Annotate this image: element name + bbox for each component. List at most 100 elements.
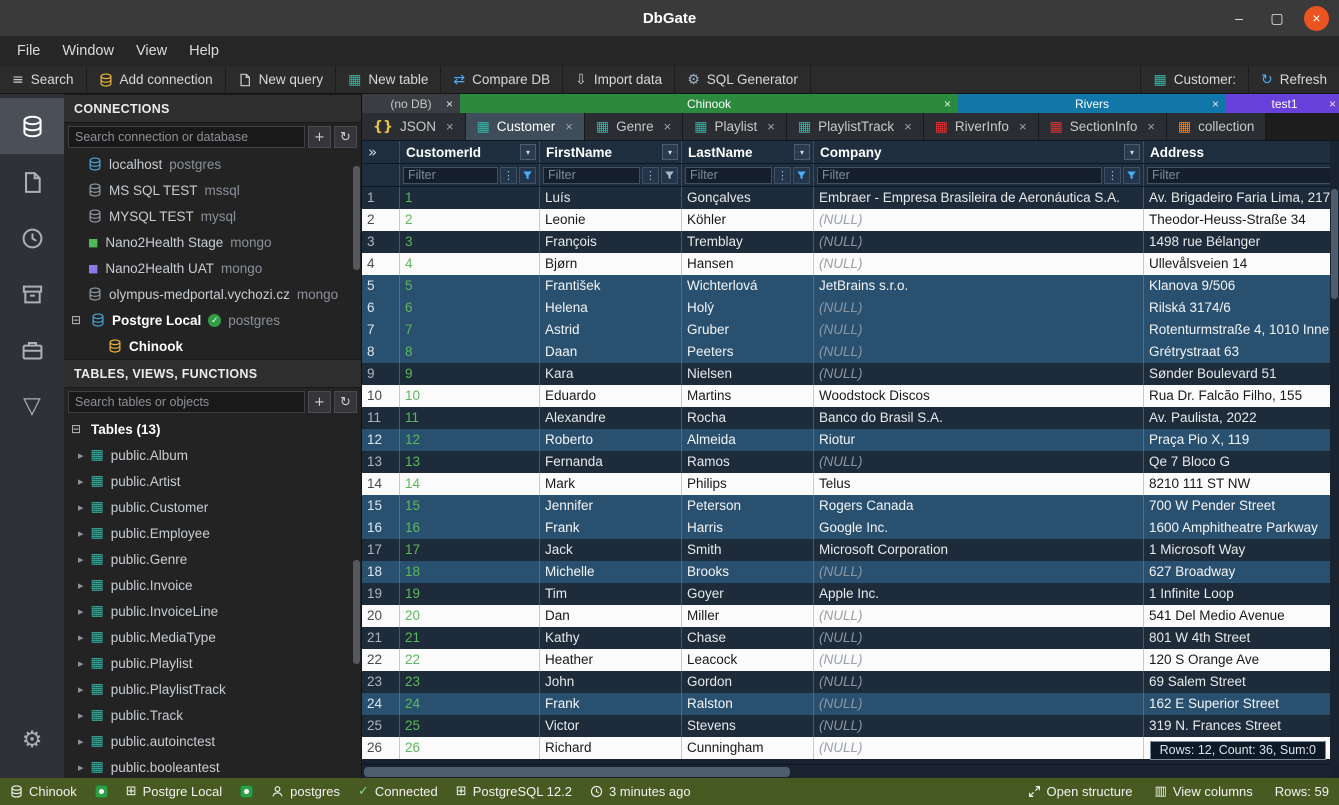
funnel-icon[interactable] [661,167,678,184]
close-icon[interactable]: × [1329,97,1336,111]
table-row[interactable]: 11LuísGonçalvesEmbraer - Empresa Brasile… [362,187,1330,209]
table-row[interactable]: 1818MichelleBrooks(NULL)627 Broadway [362,561,1330,583]
tables-plus-icon[interactable]: + [308,391,331,413]
toolbar-button-new-query[interactable]: New query [226,66,337,93]
table-row[interactable]: 2424FrankRalston(NULL)162 E Superior Str… [362,693,1330,715]
connection-item-nano2health-stage[interactable]: ■Nano2Health Stagemongo [64,229,361,255]
filter-input-company[interactable] [817,167,1102,184]
vertical-scrollbar[interactable] [1330,141,1339,764]
activity-item-settings[interactable]: ⚙ [0,712,64,768]
tab-sectioninfo[interactable]: ▦SectionInfo× [1039,113,1167,140]
toolbar-button-search[interactable]: ≡Search [0,66,87,93]
tab-group-rivers[interactable]: Rivers× [958,94,1226,113]
funnel-icon[interactable] [1123,167,1140,184]
funnel-icon[interactable] [519,167,536,184]
table-row[interactable]: 1414MarkPhilipsTelus8210 111 ST NW [362,473,1330,495]
table-row[interactable]: 88DaanPeeters(NULL)Grétrystraat 63 [362,341,1330,363]
tab-playlisttrack[interactable]: ▦PlaylistTrack× [787,113,924,140]
chevron-right-icon[interactable]: ▸ [78,476,84,487]
tables-search-input[interactable] [68,391,305,413]
activity-item-plugins[interactable] [0,322,64,378]
menu-item-window[interactable]: Window [51,39,125,63]
chevron-down-icon[interactable]: ▾ [1124,144,1140,160]
tab-json[interactable]: {}JSON× [362,113,466,140]
filter-input-customerid[interactable] [403,167,498,184]
tab-group-test1[interactable]: test1× [1226,94,1339,113]
chevron-right-icon[interactable]: ▸ [78,554,84,565]
chevron-down-icon[interactable]: ▾ [662,144,678,160]
close-icon[interactable]: × [944,97,951,111]
table-item-public-invoice[interactable]: ▸▦public.Invoice [64,572,361,598]
table-item-public-mediatype[interactable]: ▸▦public.MediaType [64,624,361,650]
toolbar-button-refresh[interactable]: ↻Refresh [1248,66,1339,93]
status-open-structure[interactable]: Open structure [1028,784,1133,799]
close-icon[interactable]: × [904,119,912,134]
table-row[interactable]: 1313FernandaRamos(NULL)Qe 7 Bloco G [362,451,1330,473]
column-header-customerid[interactable]: CustomerId▾ [400,141,540,163]
connections-refresh-icon[interactable]: ↻ [334,126,357,148]
tab-collection[interactable]: ▦collection [1167,113,1267,140]
chevron-right-icon[interactable]: ▸ [78,684,84,695]
activity-item-connections[interactable] [0,98,64,154]
connection-item-mysql-test[interactable]: MYSQL TESTmysql [64,203,361,229]
table-row[interactable]: 2525VictorStevens(NULL)319 N. Frances St… [362,715,1330,737]
table-row[interactable]: 55FrantišekWichterlováJetBrains s.r.o.Kl… [362,275,1330,297]
table-row[interactable]: 44BjørnHansen(NULL)Ullevålsveien 14 [362,253,1330,275]
column-header-company[interactable]: Company▾ [814,141,1144,163]
filter-menu-icon[interactable]: ⋮ [774,167,791,184]
activity-item-queries[interactable] [0,154,64,210]
table-item-public-track[interactable]: ▸▦public.Track [64,702,361,728]
connection-item-chinook[interactable]: Chinook [64,333,361,359]
filter-menu-icon[interactable]: ⋮ [1104,167,1121,184]
tab-customer[interactable]: ▦Customer× [466,113,585,140]
close-icon[interactable]: × [1147,119,1155,134]
sidebar-scrollbar-thumb[interactable] [353,166,360,270]
table-item-public-autoinctest[interactable]: ▸▦public.autoinctest [64,728,361,754]
connection-item-nano2health-uat[interactable]: ■Nano2Health UATmongo [64,255,361,281]
close-button[interactable]: × [1304,6,1329,31]
close-icon[interactable]: × [446,119,454,134]
table-row[interactable]: 1515JenniferPetersonRogers Canada700 W P… [362,495,1330,517]
table-row[interactable]: 1616FrankHarrisGoogle Inc.1600 Amphithea… [362,517,1330,539]
connections-plus-icon[interactable]: + [308,126,331,148]
chevron-right-icon[interactable]: ▸ [78,502,84,513]
connection-item-postgre-local[interactable]: ⊟Postgre Local✓postgres [64,307,361,333]
table-item-public-genre[interactable]: ▸▦public.Genre [64,546,361,572]
table-row[interactable]: 33FrançoisTremblay(NULL)1498 rue Bélange… [362,231,1330,253]
horizontal-scrollbar-thumb[interactable] [364,767,790,777]
table-item-public-artist[interactable]: ▸▦public.Artist [64,468,361,494]
table-row[interactable]: 1010EduardoMartinsWoodstock DiscosRua Dr… [362,385,1330,407]
table-row[interactable]: 1919TimGoyerApple Inc.1 Infinite Loop [362,583,1330,605]
chevron-down-icon[interactable]: ▾ [794,144,810,160]
close-icon[interactable]: × [1019,119,1027,134]
connection-item-olympus-medportal-vychozi-cz[interactable]: olympus-medportal.vychozi.czmongo [64,281,361,307]
table-row[interactable]: 2222HeatherLeacock(NULL)120 S Orange Ave [362,649,1330,671]
table-item-public-invoiceline[interactable]: ▸▦public.InvoiceLine [64,598,361,624]
chevron-right-icon[interactable]: ▸ [78,658,84,669]
table-row[interactable]: 1111AlexandreRochaBanco do Brasil S.A.Av… [362,407,1330,429]
filter-input-address[interactable] [1147,167,1339,184]
toolbar-button-sql-generator[interactable]: ⚙SQL Generator [675,66,811,93]
toolbar-button-new-table[interactable]: ▦New table [336,66,441,93]
collapse-icon[interactable]: ⊟ [71,422,84,436]
table-row[interactable]: 2121KathyChase(NULL)801 W 4th Street [362,627,1330,649]
menu-item-view[interactable]: View [125,39,178,63]
table-row[interactable]: 1212RobertoAlmeidaRioturPraça Pio X, 119 [362,429,1330,451]
chevron-right-icon[interactable]: ▸ [78,736,84,747]
tab-genre[interactable]: ▦Genre× [585,113,683,140]
activity-item-filters[interactable]: ▽ [0,378,64,434]
grid-corner-button[interactable]: » [362,141,400,163]
tables-group-header[interactable]: ⊟Tables (13) [64,416,361,442]
table-item-public-employee[interactable]: ▸▦public.Employee [64,520,361,546]
table-row[interactable]: 2020DanMiller(NULL)541 Del Medio Avenue [362,605,1330,627]
column-header-firstname[interactable]: FirstName▾ [540,141,682,163]
vertical-scrollbar-thumb[interactable] [1331,189,1338,299]
connections-search-input[interactable] [68,126,305,148]
filter-input-firstname[interactable] [543,167,640,184]
table-row[interactable]: 1717JackSmithMicrosoft Corporation1 Micr… [362,539,1330,561]
table-row[interactable]: 66HelenaHolý(NULL)Rilská 3174/6 [362,297,1330,319]
collapse-icon[interactable]: ⊟ [71,313,84,327]
menu-item-file[interactable]: File [6,39,51,63]
close-icon[interactable]: × [767,119,775,134]
chevron-down-icon[interactable]: ▾ [520,144,536,160]
